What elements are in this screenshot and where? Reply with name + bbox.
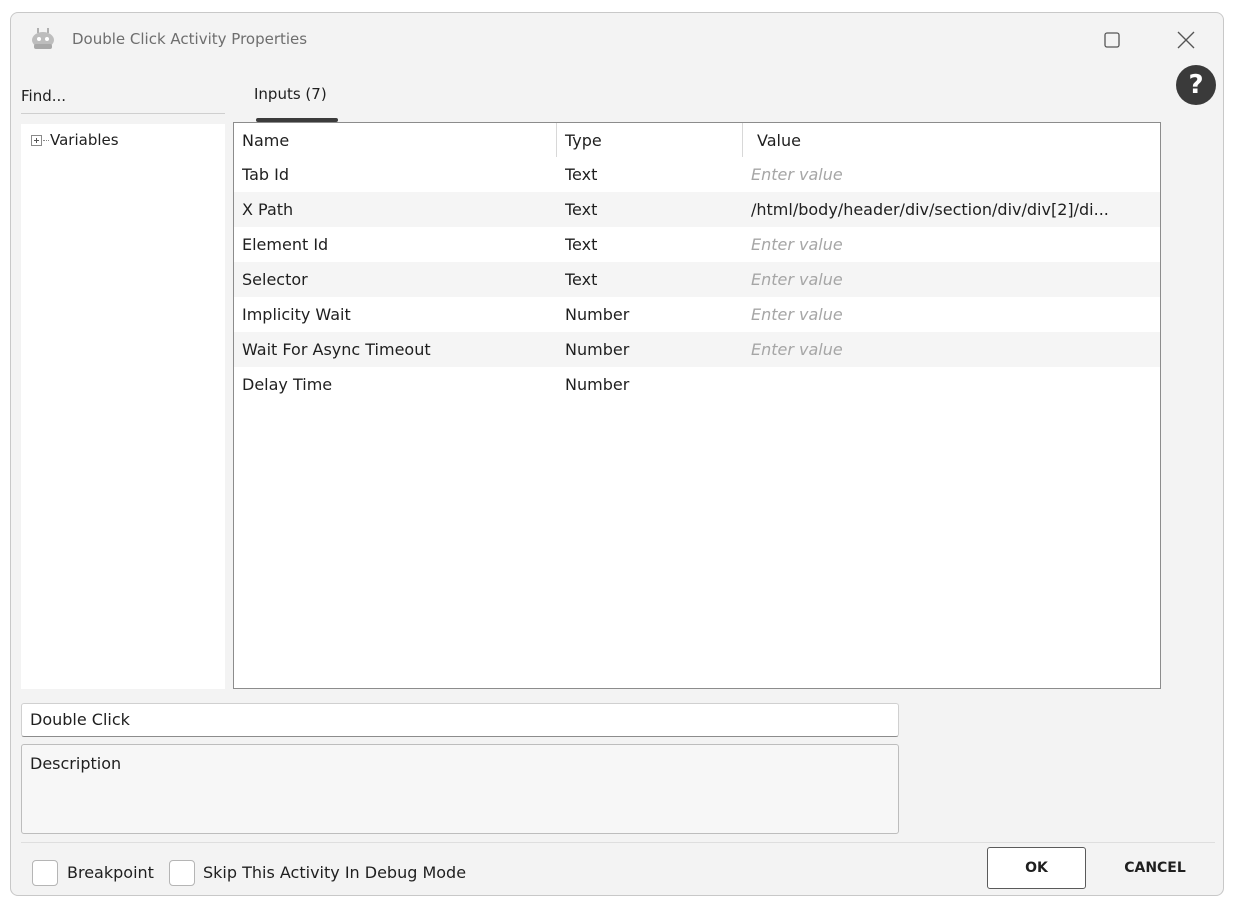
expand-icon[interactable] [31,134,42,146]
table-row[interactable]: Implicity Wait Number Enter value [234,297,1160,332]
tree-connector [43,139,49,141]
robot-icon [32,28,54,49]
row-name: X Path [242,200,294,219]
row-value-input[interactable]: Enter value [751,157,1155,192]
row-type: Number [565,305,630,324]
row-name: Tab Id [242,165,290,184]
row-value-input[interactable] [751,367,1155,402]
column-header-type[interactable]: Type [557,123,743,157]
find-field[interactable]: Find... [21,87,66,105]
table-row[interactable]: X Path Text /html/body/header/div/sectio… [234,192,1160,227]
row-type: Text [565,235,598,254]
row-name: Element Id [242,235,329,254]
help-icon[interactable]: ? [1176,65,1216,105]
row-type: Number [565,375,630,394]
row-value-input[interactable]: Enter value [751,227,1155,262]
skip-debug-checkbox[interactable] [169,860,195,886]
row-type: Text [565,165,598,184]
table-row[interactable]: Element Id Text Enter value [234,227,1160,262]
row-value-input[interactable]: Enter value [751,262,1155,297]
column-header-name[interactable]: Name [234,123,557,157]
tree-item-variables[interactable]: Variables [31,131,119,149]
row-type: Number [565,340,630,359]
footer-divider [21,842,1215,843]
inputs-grid: Name Type Value Tab Id Text Enter value … [233,122,1161,689]
find-underline [21,113,225,114]
grid-header: Name Type Value [234,123,1160,157]
table-row[interactable]: Delay Time Number [234,367,1160,402]
close-icon[interactable] [1171,25,1201,55]
maximize-icon[interactable] [1097,25,1127,55]
breakpoint-label[interactable]: Breakpoint [67,863,154,882]
variables-tree-panel: Variables [21,124,225,689]
row-value-input[interactable]: Enter value [751,297,1155,332]
activity-name-input[interactable]: Double Click [21,703,899,737]
row-type: Text [565,200,598,219]
title-bar: Double Click Activity Properties [11,13,1223,69]
dialog-title: Double Click Activity Properties [72,30,308,48]
row-value-input[interactable]: /html/body/header/div/section/div/div[2]… [751,192,1155,227]
row-type: Text [565,270,598,289]
tree-item-label: Variables [50,131,119,149]
row-value-input[interactable]: Enter value [751,332,1155,367]
breakpoint-checkbox[interactable] [32,860,58,886]
cancel-button[interactable]: CANCEL [1105,847,1205,889]
skip-debug-label[interactable]: Skip This Activity In Debug Mode [203,863,466,882]
row-name: Wait For Async Timeout [242,340,431,359]
table-row[interactable]: Selector Text Enter value [234,262,1160,297]
ok-button[interactable]: OK [987,847,1086,889]
properties-dialog: Double Click Activity Properties ? Find.… [10,12,1224,896]
table-row[interactable]: Wait For Async Timeout Number Enter valu… [234,332,1160,367]
tab-inputs[interactable]: Inputs (7) [254,85,327,103]
row-name: Implicity Wait [242,305,351,324]
table-row[interactable]: Tab Id Text Enter value [234,157,1160,192]
description-textarea[interactable]: Description [21,744,899,834]
row-name: Selector [242,270,308,289]
row-name: Delay Time [242,375,333,394]
column-header-value[interactable]: Value [743,123,1160,157]
